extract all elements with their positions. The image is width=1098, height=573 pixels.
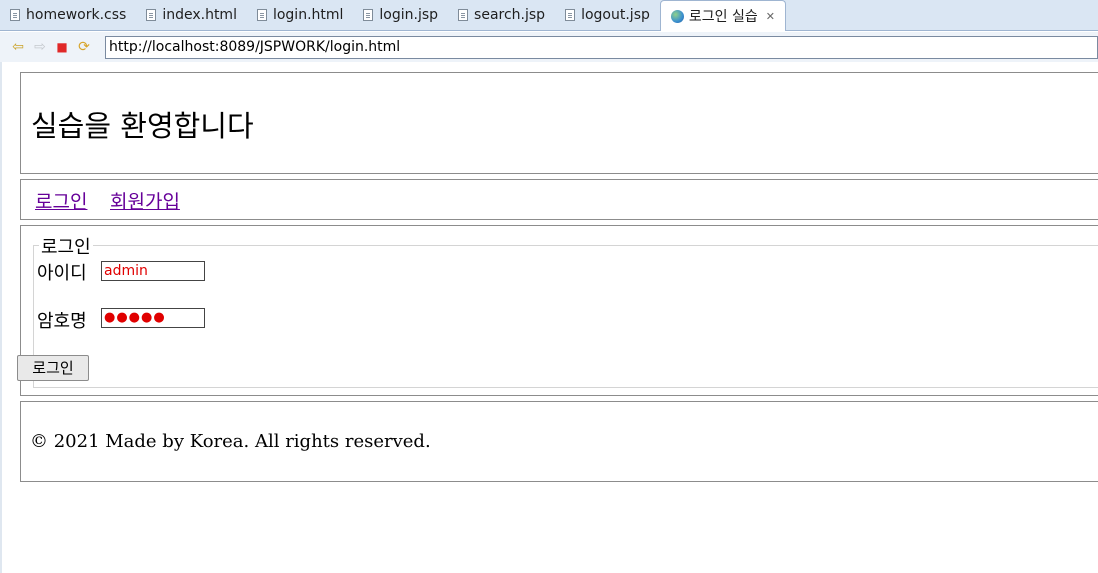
tab-label: login.html <box>272 7 344 23</box>
tab-homework-css[interactable]: homework.css <box>0 0 136 30</box>
login-legend: 로그인 <box>39 233 93 259</box>
footer-text: © 2021 Made by Korea. All rights reserve… <box>30 431 431 452</box>
globe-icon <box>670 9 684 23</box>
header-section: 실습을 환영합니다 <box>20 72 1098 174</box>
login-section: 로그인 아이디 admin 암호명 ●●●●● <box>20 225 1098 396</box>
tab-logout-jsp[interactable]: logout.jsp <box>555 0 660 30</box>
tab-label: 로그인 실습 <box>688 9 758 25</box>
file-icon <box>146 9 157 21</box>
forward-arrow-icon[interactable]: ⇨ <box>30 37 50 57</box>
nav-section: 로그인 회원가입 <box>20 179 1098 220</box>
file-icon <box>363 9 374 21</box>
file-icon <box>565 9 576 21</box>
login-submit-button[interactable]: 로그인 <box>17 355 89 381</box>
address-bar[interactable]: http://localhost:8089/JSPWORK/login.html <box>105 36 1098 59</box>
id-label: 아이디 <box>37 263 87 284</box>
page-viewport: 실습을 환영합니다 로그인 회원가입 로그인 아이디 admin 암호명 ●●●… <box>0 62 1098 573</box>
stop-icon[interactable]: ■ <box>52 37 72 57</box>
id-input[interactable]: admin <box>101 261 205 281</box>
tab-browser-login[interactable]: 로그인 실습 ✕ <box>659 0 786 31</box>
close-tab-icon[interactable]: ✕ <box>766 10 775 23</box>
tab-login-jsp[interactable]: login.jsp <box>353 0 448 30</box>
password-input[interactable]: ●●●●● <box>101 308 205 328</box>
page-heading: 실습을 환영합니다 <box>31 109 254 143</box>
file-icon <box>256 9 267 21</box>
nav-link-signup[interactable]: 회원가입 <box>110 187 180 214</box>
nav-link-login[interactable]: 로그인 <box>35 187 87 214</box>
file-icon <box>458 9 469 21</box>
footer-section: © 2021 Made by Korea. All rights reserve… <box>20 401 1098 482</box>
browser-toolbar: ⇦ ⇨ ■ ⟳ http://localhost:8089/JSPWORK/lo… <box>0 32 1098 62</box>
tab-label: homework.css <box>26 7 127 23</box>
refresh-icon[interactable]: ⟳ <box>74 37 94 57</box>
back-arrow-icon[interactable]: ⇦ <box>8 37 28 57</box>
password-label: 암호명 <box>37 311 87 332</box>
tab-label: logout.jsp <box>581 7 650 23</box>
tab-label: index.html <box>162 7 237 23</box>
file-icon <box>10 9 20 21</box>
tab-label: login.jsp <box>379 7 439 23</box>
tab-login-html[interactable]: login.html <box>247 0 353 30</box>
tab-search-jsp[interactable]: search.jsp <box>448 0 555 30</box>
tab-label: search.jsp <box>474 7 546 23</box>
editor-tab-bar: homework.css index.html login.html login… <box>0 0 1098 31</box>
tab-index-html[interactable]: index.html <box>136 0 247 30</box>
